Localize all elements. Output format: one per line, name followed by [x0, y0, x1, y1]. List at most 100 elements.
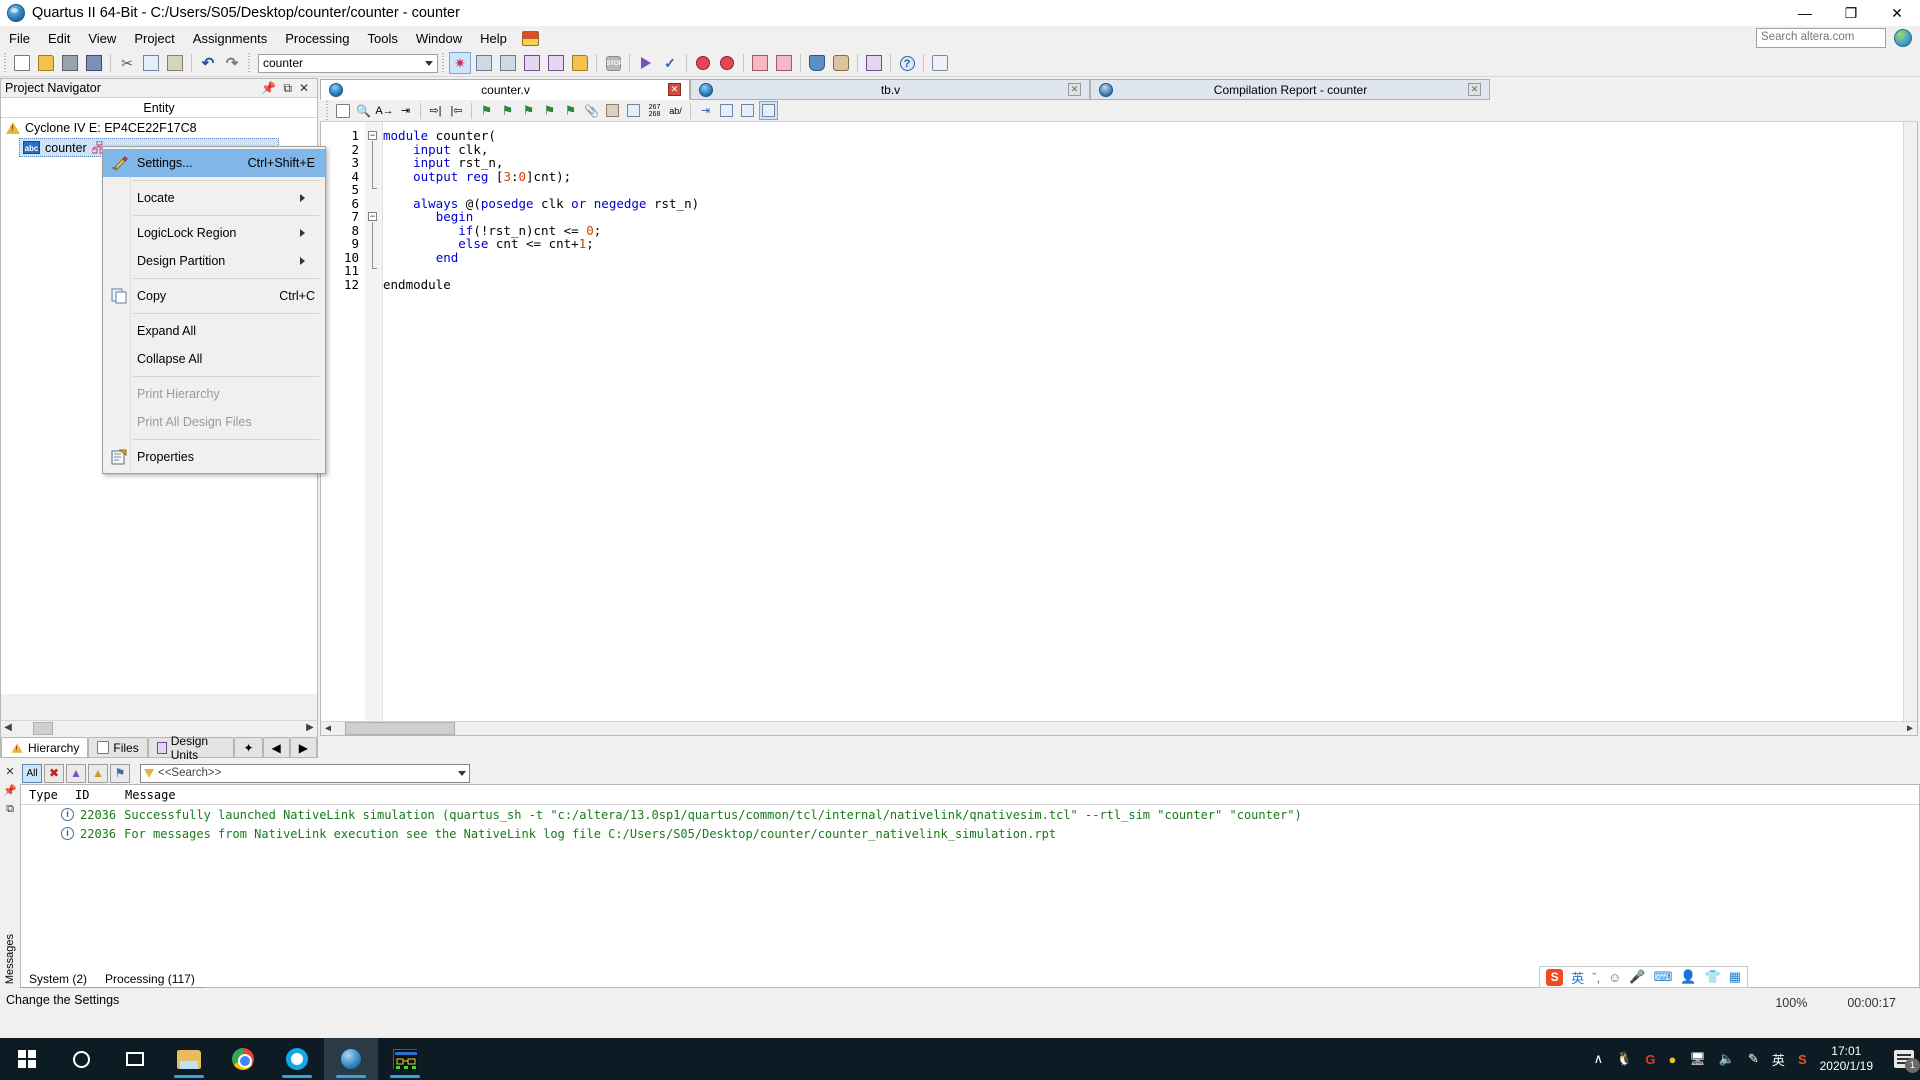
- notification-center-button[interactable]: 1: [1894, 1050, 1920, 1073]
- code-fold-column[interactable]: − −: [365, 122, 383, 735]
- context-item-collapse-all[interactable]: Collapse All: [103, 345, 325, 373]
- project-selector-combo[interactable]: counter: [258, 53, 438, 73]
- volume-muted-icon[interactable]: 🔈: [1719, 1051, 1735, 1067]
- globe-icon[interactable]: [1894, 29, 1912, 47]
- sogou-logo-icon[interactable]: S: [1546, 968, 1564, 986]
- ime-emoji-icon[interactable]: ☺: [1608, 970, 1621, 985]
- display-icon[interactable]: 🖥: [1689, 1051, 1706, 1067]
- chevron-down-icon[interactable]: [458, 770, 466, 776]
- messages-restore-icon[interactable]: ⧉: [6, 803, 14, 816]
- stop-button[interactable]: STOP: [602, 52, 624, 74]
- comment-button[interactable]: [603, 101, 622, 120]
- redo-button[interactable]: ↷: [221, 52, 243, 74]
- close-button[interactable]: ✕: [1874, 0, 1920, 26]
- menu-tools[interactable]: Tools: [359, 28, 407, 49]
- paste-button[interactable]: [164, 52, 186, 74]
- open-file-button[interactable]: [35, 52, 57, 74]
- uncomment-button[interactable]: [624, 101, 643, 120]
- collapse-all-button[interactable]: [738, 101, 757, 120]
- menu-file[interactable]: File: [0, 28, 39, 49]
- tab-hierarchy[interactable]: Hierarchy: [1, 737, 89, 757]
- menu-edit[interactable]: Edit: [39, 28, 79, 49]
- context-item-logiclock-region[interactable]: LogicLock Region: [103, 219, 325, 247]
- menu-window[interactable]: Window: [407, 28, 471, 49]
- new-file-button[interactable]: [11, 52, 33, 74]
- ime-cn-icon[interactable]: 英: [1772, 1050, 1785, 1069]
- code-text[interactable]: module counter( input clk, input rst_n, …: [383, 129, 699, 291]
- messages-search-input[interactable]: <<Search>>: [140, 763, 470, 783]
- context-item-settings[interactable]: Settings... Ctrl+Shift+E: [103, 149, 325, 177]
- find-button[interactable]: 🔍: [354, 101, 373, 120]
- context-item-design-partition[interactable]: Design Partition: [103, 247, 325, 275]
- context-item-properties[interactable]: Properties: [103, 443, 325, 471]
- start-button[interactable]: [0, 1038, 54, 1080]
- start-compilation-button[interactable]: [635, 52, 657, 74]
- menu-help[interactable]: Help: [471, 28, 516, 49]
- tray-chevron-icon[interactable]: ∧: [1594, 1051, 1604, 1067]
- tab-overflow-button[interactable]: ✦: [234, 737, 263, 757]
- save-button[interactable]: [59, 52, 81, 74]
- file-explorer-button[interactable]: [162, 1038, 216, 1080]
- settings-button[interactable]: ✷: [449, 52, 471, 74]
- context-item-locate[interactable]: Locate: [103, 184, 325, 212]
- messages-tab-processing[interactable]: Processing (117): [96, 971, 204, 988]
- undo-button[interactable]: ↶: [197, 52, 219, 74]
- increase-indent-button[interactable]: ⇨|: [426, 101, 445, 120]
- show-all-button[interactable]: [759, 101, 778, 120]
- ime-shirt-icon[interactable]: 👕: [1705, 969, 1721, 985]
- yellow-shield-icon[interactable]: ●: [1668, 1052, 1676, 1067]
- penguin-icon[interactable]: 🐧: [1616, 1051, 1632, 1067]
- programmer-button[interactable]: [569, 52, 591, 74]
- bookmark-clear-all-button[interactable]: ⚑: [561, 101, 580, 120]
- cortana-search-button[interactable]: [54, 1038, 108, 1080]
- ime-mic-icon[interactable]: 🎤: [1629, 969, 1645, 985]
- insert-template-button[interactable]: [333, 101, 352, 120]
- restore-icon[interactable]: ⧉: [283, 81, 292, 96]
- project-navigator-hscrollbar[interactable]: ◀ ▶: [1, 720, 317, 735]
- fold-all-button[interactable]: ⇥: [696, 101, 715, 120]
- tab-files[interactable]: Files: [88, 737, 148, 757]
- tree-row-device[interactable]: Cyclone IV E: EP4CE22F17C8: [1, 118, 317, 138]
- doc-tab-compilation-report-close-icon[interactable]: ✕: [1468, 83, 1481, 96]
- tabs-scroll-right-button[interactable]: ▶: [289, 737, 317, 757]
- doc-tab-tb-v-close-icon[interactable]: ✕: [1068, 83, 1081, 96]
- close-icon[interactable]: ✕: [299, 81, 309, 96]
- word-wrap-button[interactable]: ab/: [666, 101, 685, 120]
- doc-tab-compilation-report[interactable]: Compilation Report - counter ✕: [1090, 79, 1490, 100]
- maximize-button[interactable]: ❐: [1828, 0, 1874, 26]
- toolbar-grip[interactable]: [2, 53, 8, 73]
- timequest-button[interactable]: [716, 52, 738, 74]
- messages-close-icon[interactable]: ✕: [5, 765, 14, 778]
- minimize-button[interactable]: —: [1782, 0, 1828, 26]
- netlist-viewer-button[interactable]: [545, 52, 567, 74]
- help-circle-button[interactable]: ?: [896, 52, 918, 74]
- save-all-button[interactable]: [83, 52, 105, 74]
- doc-tab-counter-v-close-icon[interactable]: ✕: [668, 83, 681, 96]
- menu-project[interactable]: Project: [125, 28, 183, 49]
- compile-edit-button[interactable]: [521, 52, 543, 74]
- context-item-expand-all[interactable]: Expand All: [103, 317, 325, 345]
- filter-critical-warning-button[interactable]: ▲: [66, 763, 86, 783]
- ime-punctuation-icon[interactable]: ˇ,: [1592, 970, 1600, 985]
- filter-all-button[interactable]: All: [22, 763, 42, 783]
- messages-table[interactable]: Type ID Message i 22036 Successfully lau…: [20, 784, 1920, 988]
- copy-button[interactable]: [140, 52, 162, 74]
- doc-tab-counter-v[interactable]: counter.v ✕: [320, 79, 690, 100]
- timing-analyzer-button[interactable]: [692, 52, 714, 74]
- editor-toolbar-grip[interactable]: [324, 100, 330, 121]
- attach-button[interactable]: 📎: [582, 101, 601, 120]
- scroll-track[interactable]: [335, 722, 1903, 735]
- ime-apps-icon[interactable]: ▦: [1729, 969, 1741, 985]
- toolbar-grip[interactable]: [246, 53, 252, 73]
- bookmark-next-button[interactable]: ⚑: [498, 101, 517, 120]
- start-analysis-button[interactable]: ✓: [659, 52, 681, 74]
- decrease-indent-button[interactable]: |⇦: [447, 101, 466, 120]
- simulation-in-button[interactable]: [749, 52, 771, 74]
- qq-button[interactable]: [270, 1038, 324, 1080]
- expand-all-button[interactable]: [717, 101, 736, 120]
- goto-line-button[interactable]: ⇥: [396, 101, 415, 120]
- task-view-button[interactable]: [108, 1038, 162, 1080]
- code-horizontal-scrollbar[interactable]: ◀ ▶: [321, 721, 1917, 735]
- toolbar-grip[interactable]: [440, 53, 446, 73]
- find-replace-button[interactable]: A→: [375, 101, 394, 120]
